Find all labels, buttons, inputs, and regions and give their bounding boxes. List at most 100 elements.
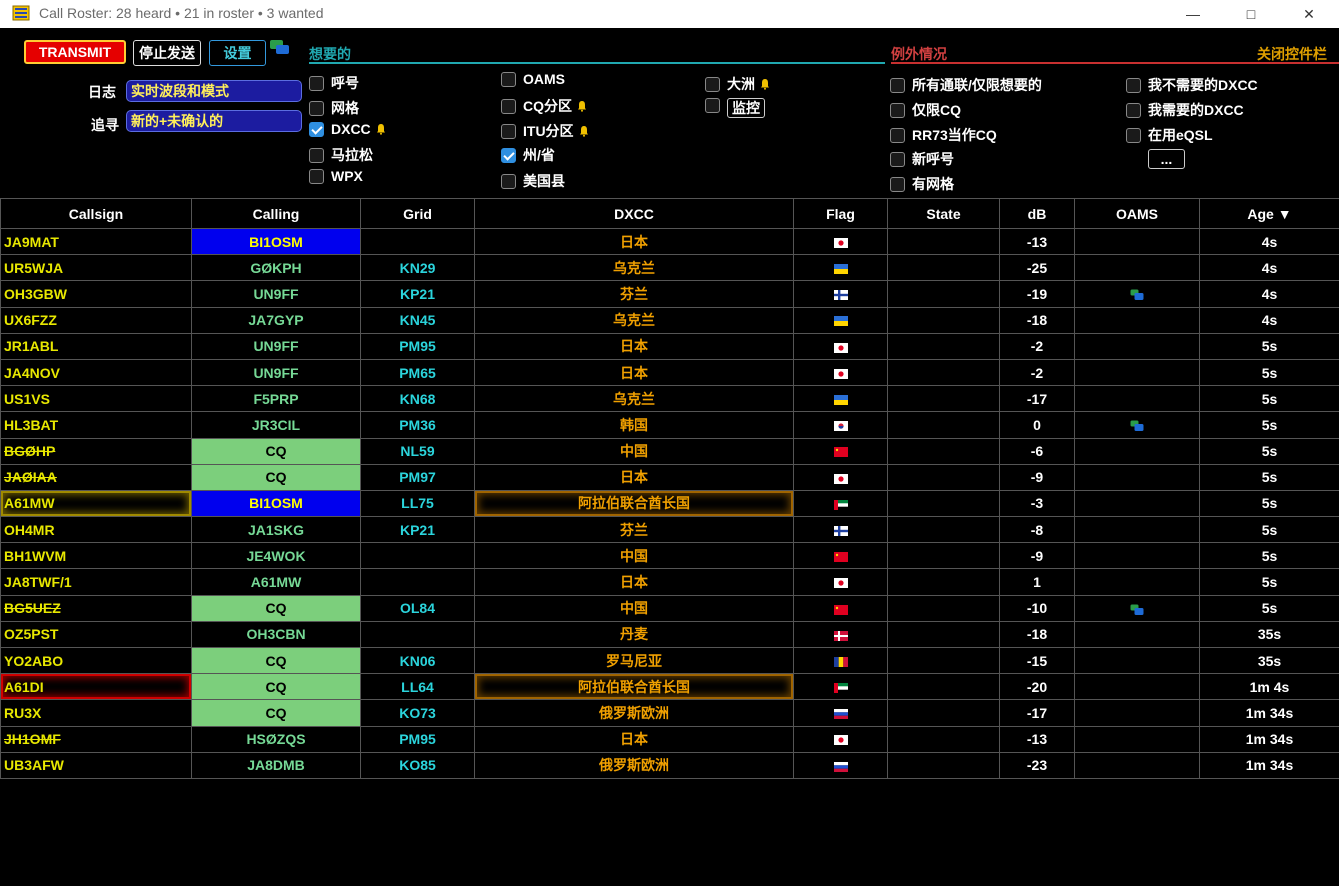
maximize-button[interactable]: □ xyxy=(1228,0,1274,28)
wanted-us-county-checkbox[interactable]: 美国县 xyxy=(501,171,565,191)
cell-grid[interactable] xyxy=(360,568,475,596)
cell-grid[interactable]: OL84 xyxy=(360,594,475,622)
cell-calling[interactable]: UN9FF xyxy=(191,358,361,387)
cell-dxcc[interactable]: 中国 xyxy=(474,594,794,622)
checkbox-box[interactable] xyxy=(501,123,516,139)
column-header-age[interactable]: Age ▼ xyxy=(1199,198,1339,229)
cell-calling[interactable]: JA1SKG xyxy=(191,516,361,544)
cell-callsign[interactable]: UB3AFW xyxy=(0,751,192,779)
table-row[interactable]: OZ5PST OH3CBN 丹麦 -18 35s xyxy=(0,620,1339,649)
table-row[interactable]: BGØHP CQ NL59 中国 -6 5s xyxy=(0,437,1339,465)
table-row[interactable]: JA8TWF/1 A61MW 日本 1 5s xyxy=(0,568,1339,596)
checkbox-box[interactable] xyxy=(890,77,905,93)
table-row[interactable]: JA4NOV UN9FF PM65 日本 -2 5s xyxy=(0,358,1339,387)
table-row[interactable]: HL3BAT JR3CIL PM36 韩国 0 5s xyxy=(0,411,1339,439)
log-selector[interactable]: 实时波段和模式 xyxy=(126,80,302,102)
cell-calling[interactable]: CQ xyxy=(191,673,361,701)
table-row[interactable]: A61DI CQ LL64 阿拉伯联合酋长国 -20 1m 4s xyxy=(0,673,1339,701)
cell-grid[interactable]: KO73 xyxy=(360,699,475,727)
checkbox-box[interactable] xyxy=(890,151,905,167)
column-header-grid[interactable]: Grid xyxy=(360,198,475,229)
cell-dxcc[interactable]: 罗马尼亚 xyxy=(474,646,794,675)
cell-callsign[interactable]: JA9MAT xyxy=(0,227,192,256)
more-options-button[interactable]: ... xyxy=(1148,149,1185,169)
checkbox-box[interactable] xyxy=(309,147,324,163)
table-row[interactable]: JR1ABL UN9FF PM95 日本 -2 5s xyxy=(0,332,1339,360)
cell-grid[interactable]: PM95 xyxy=(360,332,475,360)
table-row[interactable]: JAØIAA CQ PM97 日本 -9 5s xyxy=(0,463,1339,491)
cell-callsign[interactable]: JA8TWF/1 xyxy=(0,568,192,596)
cell-dxcc[interactable]: 芬兰 xyxy=(474,516,794,544)
cell-callsign[interactable]: US1VS xyxy=(0,385,192,413)
checkbox-box[interactable] xyxy=(705,98,720,113)
cell-grid[interactable]: NL59 xyxy=(360,437,475,465)
exception-all-wanted-checkbox[interactable]: 所有通联/仅限想要的 xyxy=(890,75,1042,95)
cell-dxcc[interactable]: 韩国 xyxy=(474,411,794,439)
cell-dxcc[interactable]: 俄罗斯欧洲 xyxy=(474,699,794,727)
cell-callsign[interactable]: OZ5PST xyxy=(0,620,192,649)
checkbox-box[interactable] xyxy=(309,168,324,184)
table-row[interactable]: US1VS F5PRP KN68 乌克兰 -17 5s xyxy=(0,385,1339,413)
cell-grid[interactable]: KN45 xyxy=(360,306,475,334)
cell-dxcc[interactable]: 日本 xyxy=(474,332,794,360)
cell-callsign[interactable]: OH3GBW xyxy=(0,280,192,308)
cell-dxcc[interactable]: 中国 xyxy=(474,437,794,465)
column-header-state[interactable]: State xyxy=(887,198,1000,229)
cell-callsign[interactable]: OH4MR xyxy=(0,516,192,544)
cell-calling[interactable]: CQ xyxy=(191,594,361,622)
cell-dxcc[interactable]: 乌克兰 xyxy=(474,306,794,334)
cell-callsign[interactable]: JH1OMF xyxy=(0,725,192,753)
wanted-wpx-checkbox[interactable]: WPX xyxy=(309,168,363,184)
cell-dxcc[interactable]: 乌克兰 xyxy=(474,385,794,413)
checkbox-box[interactable] xyxy=(501,71,516,87)
exception-eqsl-checkbox[interactable]: 在用eQSL xyxy=(1126,125,1213,145)
checkbox-box[interactable] xyxy=(1126,102,1141,118)
close-controls-link[interactable]: 关闭控件栏 xyxy=(1257,44,1327,64)
cell-calling[interactable]: BI1OSM xyxy=(191,489,361,518)
column-header-oams[interactable]: OAMS xyxy=(1074,198,1200,229)
cell-dxcc[interactable]: 阿拉伯联合酋长国 xyxy=(474,673,794,701)
close-button[interactable]: ✕ xyxy=(1286,0,1332,28)
monitor-button[interactable]: 监控 xyxy=(727,98,765,118)
exception-new-call-checkbox[interactable]: 新呼号 xyxy=(890,149,954,169)
exception-rr73-checkbox[interactable]: RR73当作CQ xyxy=(890,125,997,145)
cell-dxcc[interactable]: 俄罗斯欧洲 xyxy=(474,751,794,779)
wanted-callsign-checkbox[interactable]: 呼号 xyxy=(309,73,359,93)
cell-callsign[interactable]: A61MW xyxy=(0,489,192,518)
wanted-dxcc-checkbox[interactable]: DXCC xyxy=(309,121,386,137)
cell-callsign[interactable]: UX6FZZ xyxy=(0,306,192,334)
wanted-marathon-checkbox[interactable]: 马拉松 xyxy=(309,145,373,165)
checkbox-box[interactable] xyxy=(890,102,905,118)
cell-dxcc[interactable]: 日本 xyxy=(474,227,794,256)
cell-grid[interactable]: PM65 xyxy=(360,358,475,387)
table-row[interactable]: A61MW BI1OSM LL75 阿拉伯联合酋长国 -3 5s xyxy=(0,489,1339,518)
wanted-monitor-checkbox[interactable] xyxy=(705,98,727,113)
cell-grid[interactable]: PM36 xyxy=(360,411,475,439)
cell-calling[interactable]: F5PRP xyxy=(191,385,361,413)
exception-unneeded-dxcc-checkbox[interactable]: 我不需要的DXCC xyxy=(1126,75,1258,95)
cell-dxcc[interactable]: 丹麦 xyxy=(474,620,794,649)
column-header-db[interactable]: dB xyxy=(999,198,1075,229)
table-row[interactable]: RU3X CQ KO73 俄罗斯欧洲 -17 1m 34s xyxy=(0,699,1339,727)
table-row[interactable]: BH1WVM JE4WOK 中国 -9 5s xyxy=(0,542,1339,570)
cell-calling[interactable]: HSØZQS xyxy=(191,725,361,753)
checkbox-box[interactable] xyxy=(890,127,905,143)
column-header-callsign[interactable]: Callsign xyxy=(0,198,192,229)
column-header-flag[interactable]: Flag xyxy=(793,198,888,229)
cell-dxcc[interactable]: 日本 xyxy=(474,358,794,387)
checkbox-box[interactable] xyxy=(501,173,516,189)
wanted-grid-checkbox[interactable]: 网格 xyxy=(309,98,359,118)
exception-cq-only-checkbox[interactable]: 仅限CQ xyxy=(890,100,961,120)
cell-grid[interactable]: KN68 xyxy=(360,385,475,413)
exception-has-grid-checkbox[interactable]: 有网格 xyxy=(890,174,954,194)
cell-grid[interactable] xyxy=(360,227,475,256)
cell-calling[interactable]: JA8DMB xyxy=(191,751,361,779)
cell-callsign[interactable]: HL3BAT xyxy=(0,411,192,439)
cell-dxcc[interactable]: 日本 xyxy=(474,725,794,753)
cell-callsign[interactable]: UR5WJA xyxy=(0,254,192,282)
cell-calling[interactable]: JA7GYP xyxy=(191,306,361,334)
checkbox-box[interactable] xyxy=(309,121,324,137)
checkbox-box[interactable] xyxy=(1126,127,1141,143)
halt-tx-button[interactable]: 停止发送 xyxy=(133,40,201,66)
table-row[interactable]: BG5UEZ CQ OL84 中国 -10 5s xyxy=(0,594,1339,622)
